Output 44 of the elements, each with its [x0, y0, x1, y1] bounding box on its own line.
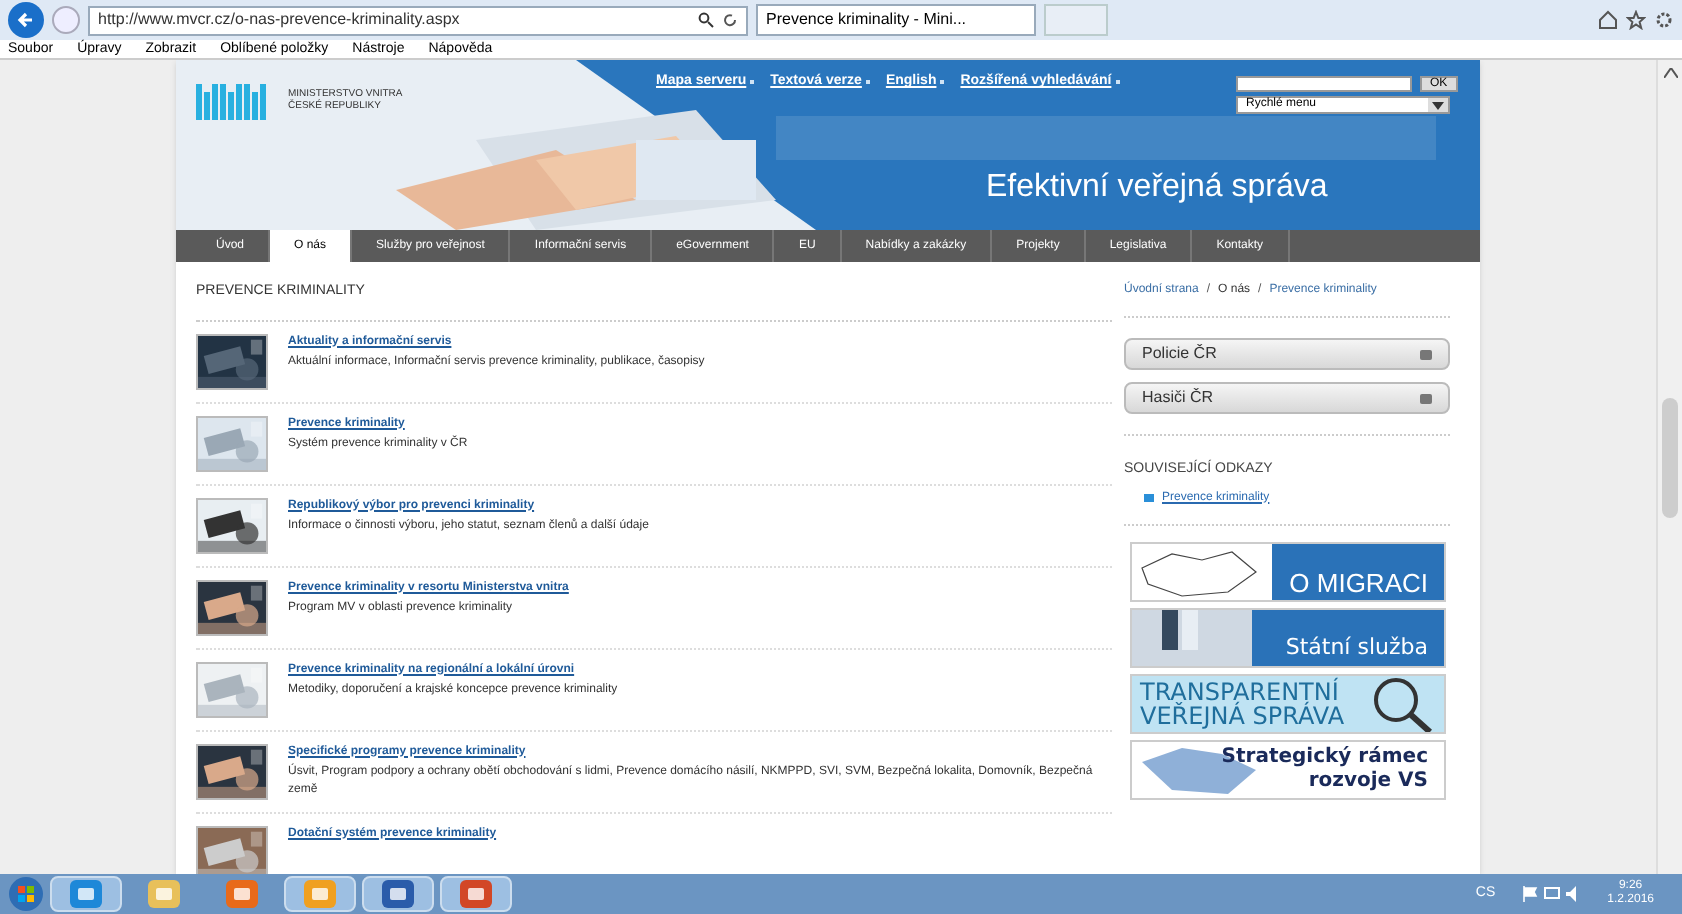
- sidebar-button[interactable]: Policie ČR: [1124, 338, 1450, 370]
- sidebar-button[interactable]: Hasiči ČR: [1124, 382, 1450, 414]
- binders-icon: [1132, 609, 1252, 665]
- banner-text: rozvoje VS: [1308, 769, 1428, 793]
- bullet-icon: [750, 80, 755, 85]
- banner[interactable]: Strategický rámec rozvoje VS: [1130, 739, 1446, 799]
- bullet-icon: [940, 80, 945, 85]
- banner-text: Státní služba: [1285, 632, 1428, 665]
- bullet-icon: [1144, 494, 1154, 502]
- back-arrow-icon: [16, 10, 36, 30]
- settings-icon[interactable]: [1654, 10, 1674, 30]
- slogan: Efektivní veřejná správa: [986, 168, 1328, 208]
- bullet-icon: [1115, 80, 1120, 85]
- banner-text: O MIGRACI: [1289, 565, 1428, 599]
- search-icon: [698, 12, 714, 28]
- forward-button[interactable]: [52, 6, 80, 34]
- network-icon[interactable]: [1543, 886, 1560, 902]
- banner[interactable]: Státní služba: [1130, 607, 1446, 667]
- address-text: http://www.mvcr.cz/o-nas-prevence-kriminality.aspx: [98, 8, 462, 32]
- caret-icon: [1432, 101, 1444, 109]
- home-icon[interactable]: [1598, 10, 1618, 30]
- bullet-icon: [865, 80, 870, 85]
- scrollbar-thumb[interactable]: [1662, 398, 1678, 518]
- star-icon[interactable]: [1626, 10, 1646, 30]
- banner-text: TRANSPARENTNÍ: [1140, 679, 1339, 703]
- search-field[interactable]: [1236, 76, 1412, 92]
- address-bar[interactable]: http://www.mvcr.cz/o-nas-prevence-kriminality.aspx: [88, 5, 748, 35]
- scroll-up-icon: [1663, 68, 1677, 78]
- map-icon: [1132, 543, 1272, 599]
- browser-tab[interactable]: Prevence kriminality - Mini...: [756, 4, 1036, 36]
- start-icon[interactable]: [8, 876, 44, 912]
- banner[interactable]: O MIGRACI: [1130, 541, 1446, 601]
- taskbar-button[interactable]: [50, 876, 122, 912]
- banner-text: Strategický rámec: [1221, 745, 1428, 769]
- volume-icon[interactable]: [1565, 886, 1582, 902]
- logo-icon: [196, 80, 272, 120]
- banner[interactable]: TRANSPARENTNÍ VEŘEJNÁ SPRÁVA: [1130, 673, 1446, 733]
- taskbar-button[interactable]: [362, 876, 434, 912]
- scrollbar[interactable]: [1656, 60, 1682, 874]
- refresh-icon: [722, 12, 738, 28]
- flag-icon[interactable]: [1521, 886, 1538, 902]
- taskbar-button[interactable]: [440, 876, 512, 912]
- banner-text: VEŘEJNÁ SPRÁVA: [1140, 703, 1345, 727]
- back-button[interactable]: [8, 2, 44, 38]
